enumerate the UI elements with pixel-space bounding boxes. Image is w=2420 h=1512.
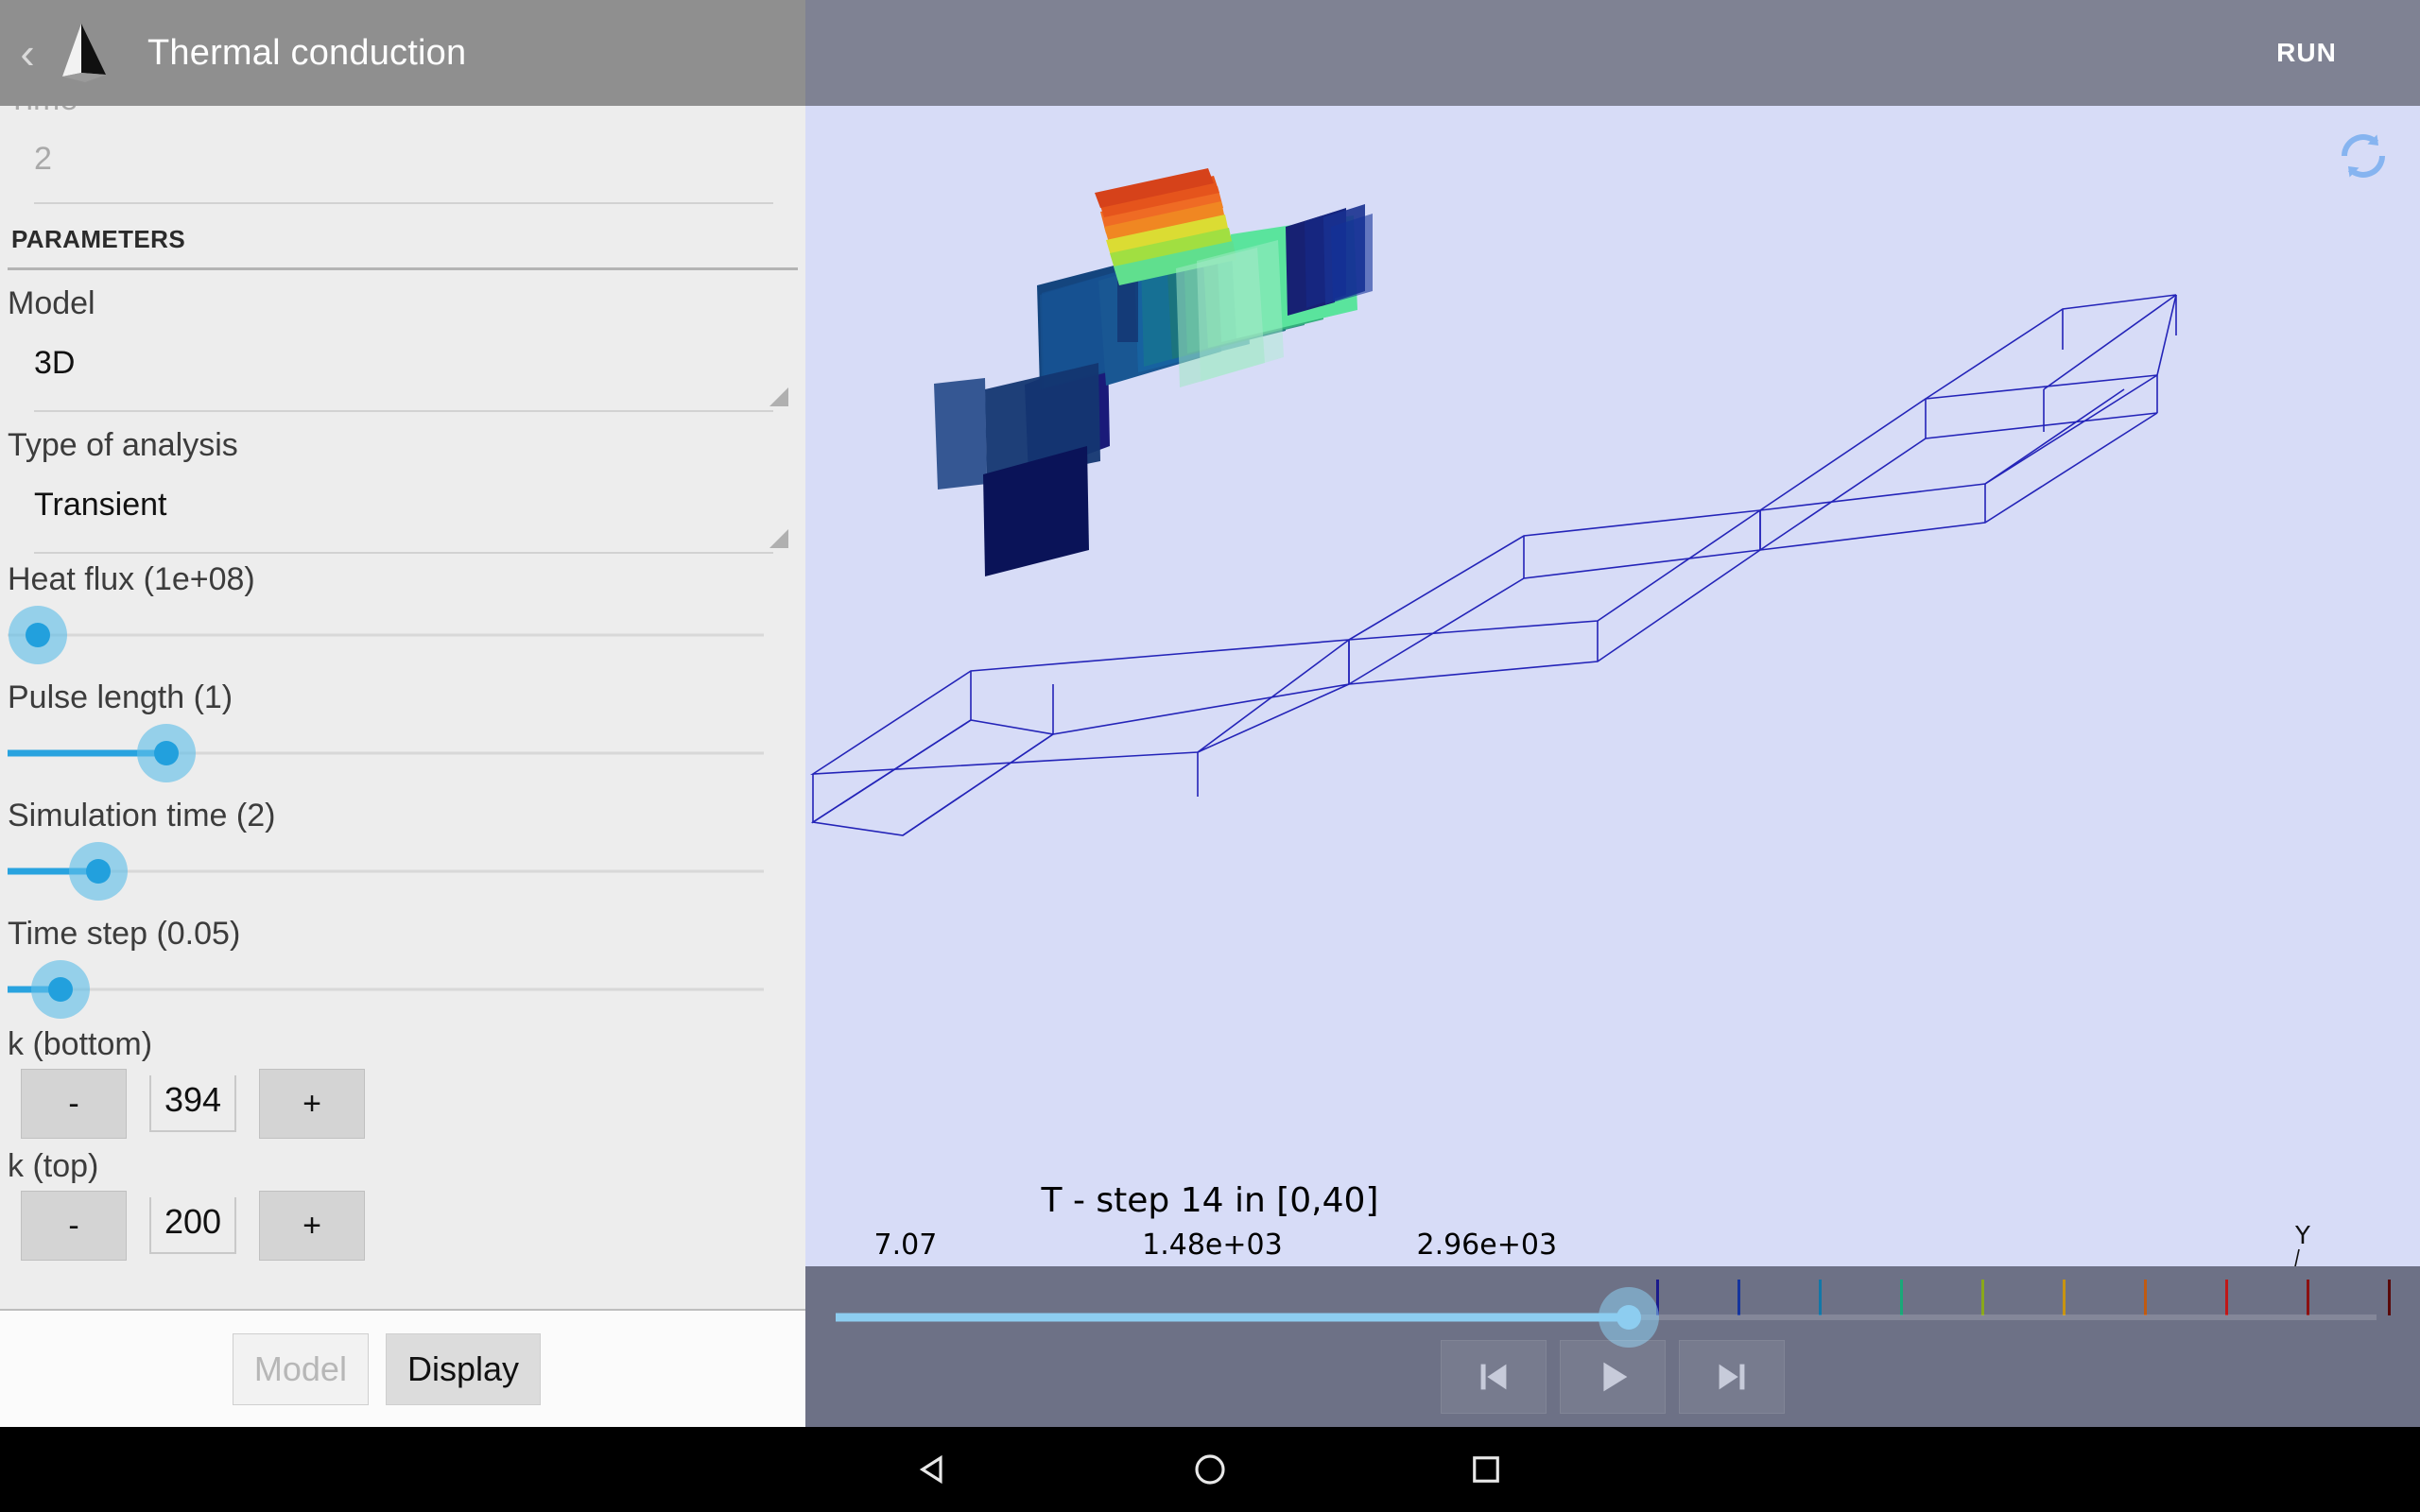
model-button[interactable]: Model bbox=[232, 1332, 369, 1405]
slider-knob[interactable] bbox=[154, 741, 179, 765]
slider-label: Simulation time (2) bbox=[8, 798, 276, 833]
play-button[interactable] bbox=[1560, 1340, 1666, 1414]
analysis-select[interactable]: Transient bbox=[0, 464, 805, 552]
stepper-label: k (bottom) bbox=[8, 1026, 153, 1062]
colorbar-tick: 1.48e+03 bbox=[1142, 1228, 1283, 1262]
skip-end-button[interactable] bbox=[1679, 1340, 1785, 1414]
model-label: Model bbox=[8, 285, 95, 321]
skip-start-button[interactable] bbox=[1441, 1340, 1547, 1414]
slider-time-step: Time step (0.05) bbox=[0, 908, 805, 1026]
model-select-value: 3D bbox=[34, 345, 76, 381]
slider-track[interactable] bbox=[8, 953, 764, 1026]
colorbar-ticks: 7.07 1.48e+03 2.96e+03 bbox=[805, 1228, 2420, 1266]
k-bottom-decrement-button[interactable]: - bbox=[21, 1069, 127, 1139]
slider-track[interactable] bbox=[8, 716, 764, 790]
stepper-k-bottom: k (bottom) - 394 + bbox=[0, 1026, 805, 1148]
k-bottom-increment-button[interactable]: + bbox=[259, 1069, 365, 1139]
slider-simulation-time: Simulation time (2) bbox=[0, 790, 805, 908]
slider-track-bg bbox=[8, 988, 764, 991]
colorbar-tick: 7.07 bbox=[873, 1228, 938, 1262]
spinner-triangle-icon bbox=[769, 387, 788, 406]
analysis-select-value: Transient bbox=[34, 487, 167, 523]
page-title: Thermal conduction bbox=[147, 32, 467, 73]
android-home-button[interactable] bbox=[1190, 1450, 1230, 1489]
display-button[interactable]: Display bbox=[385, 1332, 541, 1405]
stepper-label: k (top) bbox=[8, 1148, 99, 1184]
colorbar-tick-mark bbox=[2388, 1280, 2391, 1315]
model-select[interactable]: 3D bbox=[0, 322, 805, 410]
android-navbar bbox=[0, 1427, 2420, 1512]
animation-knob[interactable] bbox=[1616, 1305, 1642, 1330]
slider-knob[interactable] bbox=[86, 859, 111, 884]
section-heading-parameters: PARAMETERS bbox=[11, 225, 186, 253]
sidebar-bottom-bar: Model Display bbox=[0, 1309, 805, 1427]
animation-track-fill bbox=[836, 1313, 1630, 1322]
slider-label: Heat flux (1e+08) bbox=[8, 561, 255, 597]
run-button[interactable]: RUN bbox=[2193, 0, 2420, 106]
slider-track-bg bbox=[8, 633, 764, 637]
analysis-label: Type of analysis bbox=[8, 427, 238, 463]
slider-pulse-length: Pulse length (1) bbox=[0, 672, 805, 790]
app-root: ‹ Thermal conduction GETDP Time 2 PARAME… bbox=[0, 0, 2420, 1512]
slider-knob[interactable] bbox=[26, 623, 50, 647]
run-button-label: RUN bbox=[2276, 38, 2337, 67]
k-bottom-value-input[interactable]: 394 bbox=[149, 1075, 236, 1132]
slider-label: Pulse length (1) bbox=[8, 679, 233, 715]
slider-heat-flux: Heat flux (1e+08) bbox=[0, 554, 805, 672]
slider-track[interactable] bbox=[8, 598, 764, 672]
mesh-scene[interactable] bbox=[805, 106, 2420, 1164]
slider-knob[interactable] bbox=[48, 977, 73, 1002]
transport-controls bbox=[805, 1340, 2420, 1414]
android-recents-button[interactable] bbox=[1466, 1450, 1506, 1489]
animation-player bbox=[805, 1266, 2420, 1427]
viewport-topbar bbox=[805, 0, 2420, 106]
stepper-row: - 394 + bbox=[0, 1063, 805, 1148]
gmsh-pyramid-logo-icon bbox=[47, 16, 121, 90]
slider-track[interactable] bbox=[8, 834, 764, 908]
colorbar-title: T - step 14 in [0,40] bbox=[1041, 1181, 1379, 1220]
time-input[interactable]: 2 bbox=[0, 118, 805, 202]
slider-label: Time step (0.05) bbox=[8, 916, 241, 952]
refresh-icon[interactable] bbox=[2335, 128, 2392, 184]
app-header: ‹ Thermal conduction bbox=[0, 0, 805, 106]
android-back-button[interactable] bbox=[914, 1450, 954, 1489]
colorbar-tick: 2.96e+03 bbox=[1416, 1228, 1558, 1262]
model-viewport[interactable]: Y X Z bbox=[805, 0, 2420, 1266]
back-icon[interactable]: ‹ bbox=[8, 31, 47, 75]
spinner-triangle-icon bbox=[769, 529, 788, 548]
animation-slider[interactable] bbox=[836, 1287, 2377, 1348]
